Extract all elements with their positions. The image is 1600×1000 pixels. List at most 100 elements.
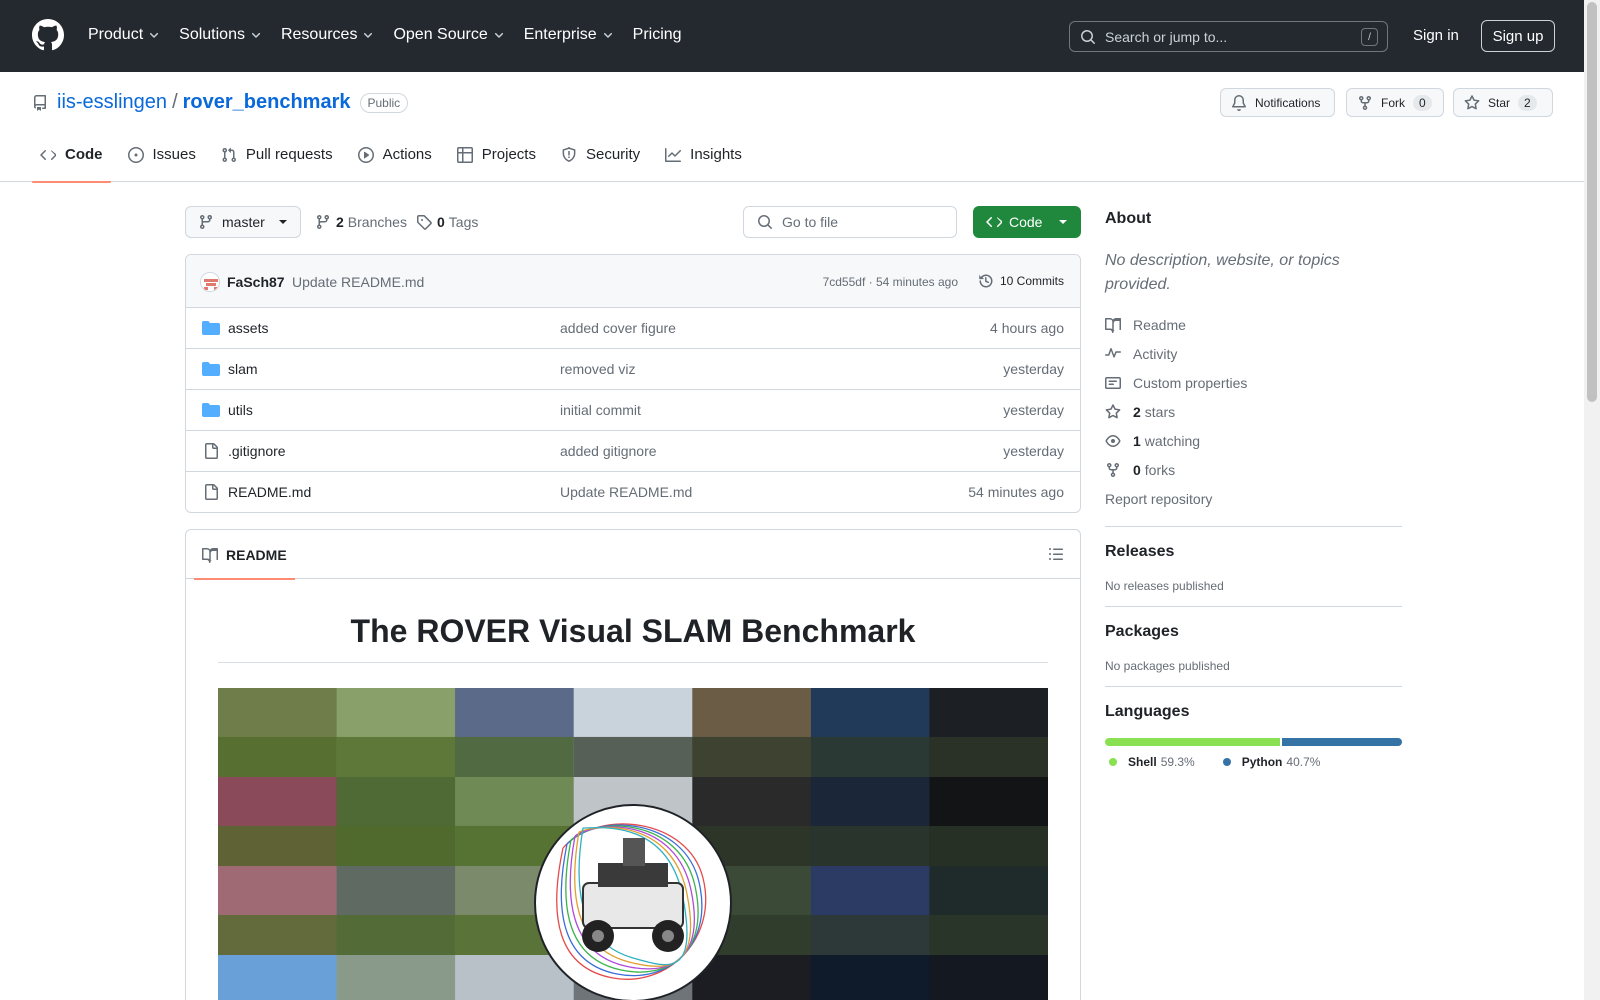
cover-photo-tile [810,777,930,866]
page-scrollbar[interactable] [1584,0,1600,1000]
language-item-shell[interactable]: Shell 59.3% [1105,755,1195,769]
search-icon [1081,29,1095,44]
commit-message[interactable]: Update README.md [292,274,424,290]
language-percent: 59.3% [1160,755,1195,769]
repo-sidebar: About No description, website, or topics… [1105,210,1402,769]
cover-photo-tile [336,777,456,866]
top-nav-item-solutions[interactable]: Solutions [179,24,270,46]
top-nav-item-enterprise[interactable]: Enterprise [524,24,622,46]
chevron-down-icon [364,32,373,38]
about-item-readme[interactable]: Readme [1105,310,1402,339]
about-item-custom-properties[interactable]: Custom properties [1105,368,1402,397]
top-nav-item-resources[interactable]: Resources [281,24,382,46]
about-list: Readme Activity Custom properties 2 stars 1 wa… [1105,310,1402,484]
chevron-down-icon [603,32,612,38]
top-nav-item-pricing[interactable]: Pricing [633,24,690,46]
outline-button[interactable] [1048,546,1064,562]
tab-label: Code [65,146,103,163]
code-dropdown-button[interactable]: Code [973,206,1081,238]
about-item-label: Custom properties [1133,374,1248,391]
file-commit-message[interactable]: added cover figure [560,320,676,336]
language-color-dot [1109,758,1117,766]
pulse-icon [1105,347,1121,358]
file-name-link[interactable]: slam [228,361,258,377]
star-icon [1105,403,1121,418]
tags-count: 0 [437,214,445,230]
tab-code[interactable]: Code [32,138,111,183]
repo-name-link[interactable]: rover_benchmark [183,91,351,114]
file-commit-message[interactable]: removed viz [560,361,635,377]
top-nav-item-product[interactable]: Product [88,24,168,46]
notifications-label: Notifications [1255,95,1321,110]
shield-icon [562,147,576,162]
branch-icon [317,214,329,230]
about-item-watching[interactable]: 1 watching [1105,426,1402,455]
language-item-python[interactable]: Python 40.7% [1219,755,1321,769]
releases-heading[interactable]: Releases [1105,543,1402,561]
chevron-down-icon [494,32,503,38]
scrollbar-thumb[interactable] [1587,2,1597,402]
top-nav-item-open-source[interactable]: Open Source [393,24,512,46]
file-commit-time: yesterday [1003,361,1064,377]
language-percent: 40.7% [1286,755,1321,769]
about-item-stars[interactable]: 2 stars [1105,397,1402,426]
sidebar-divider [1105,606,1402,607]
fork-button[interactable]: Fork 0 [1346,88,1444,117]
branches-link[interactable]: 2 Branches [315,214,407,230]
packages-text: No packages published [1105,659,1230,673]
readme-panel: README The ROVER Visual SLAM Benchmark [185,529,1081,1000]
top-nav-label: Enterprise [523,26,597,43]
commit-hash-time[interactable]: 7cd55df · 54 minutes ago [823,275,958,289]
commit-author[interactable]: FaSch87 [227,274,285,290]
star-button[interactable]: Star 2 [1453,88,1553,117]
language-bar-segment [1105,738,1280,746]
about-item-forks[interactable]: 0 forks [1105,455,1402,484]
avatar[interactable] [200,272,220,292]
file-row[interactable]: slam removed viz yesterday [186,349,1080,390]
report-repository-link[interactable]: Report repository [1105,484,1402,513]
tab-actions[interactable]: Actions [350,138,440,182]
file-row[interactable]: assets added cover figure 4 hours ago [186,308,1080,349]
file-name-link[interactable]: assets [228,320,268,336]
tab-issues[interactable]: Issues [120,138,204,182]
cover-photo-tile [810,688,930,777]
top-nav: Product Solutions Resources Open Source Ente… [88,24,701,46]
about-item-activity[interactable]: Activity [1105,339,1402,368]
tab-insights[interactable]: Insights [657,138,750,182]
note-icon [1105,376,1121,389]
tab-label: Projects [481,146,536,163]
tab-security[interactable]: Security [553,138,648,182]
file-name-link[interactable]: utils [228,402,253,418]
repo-owner-link[interactable]: iis-esslingen [57,91,167,114]
notifications-button[interactable]: Notifications [1220,88,1335,117]
chevron-down-icon [251,32,261,38]
file-row[interactable]: .gitignore added gitignore yesterday [186,431,1080,472]
visibility-badge: Public [359,92,409,113]
tab-projects[interactable]: Projects [449,138,544,182]
fork-count: 0 [1413,94,1432,111]
search-shortcut-key: / [1361,28,1378,46]
readme-tab[interactable]: README [194,530,295,580]
commits-link[interactable]: 10 Commits [978,273,1064,289]
cover-photo-tile [810,955,930,1000]
latest-commit-bar: FaSch87 Update README.md 7cd55df · 54 mi… [186,255,1080,308]
file-commit-message[interactable]: initial commit [560,402,641,418]
go-to-file-input[interactable]: Go to file [743,206,957,238]
branch-selector[interactable]: master [185,206,301,238]
file-name-link[interactable]: README.md [228,484,311,500]
language-name: Python [1241,755,1283,769]
sign-in-link[interactable]: Sign in [1413,27,1459,44]
file-name-link[interactable]: .gitignore [228,443,286,459]
tags-link[interactable]: 0 Tags [416,214,478,230]
packages-heading[interactable]: Packages [1105,623,1402,641]
file-row[interactable]: utils initial commit yesterday [186,390,1080,431]
github-logo-icon[interactable] [32,19,64,51]
tab-pull-requests[interactable]: Pull requests [213,138,341,182]
file-row[interactable]: README.md Update README.md 54 minutes ago [186,472,1080,512]
file-commit-message[interactable]: Update README.md [560,484,692,500]
file-commit-message[interactable]: added gitignore [560,443,657,459]
sign-up-button[interactable]: Sign up [1481,20,1555,52]
eye-icon [1105,434,1121,447]
search-input[interactable]: Search or jump to... / [1069,21,1388,52]
cover-photo-tile [692,688,812,777]
